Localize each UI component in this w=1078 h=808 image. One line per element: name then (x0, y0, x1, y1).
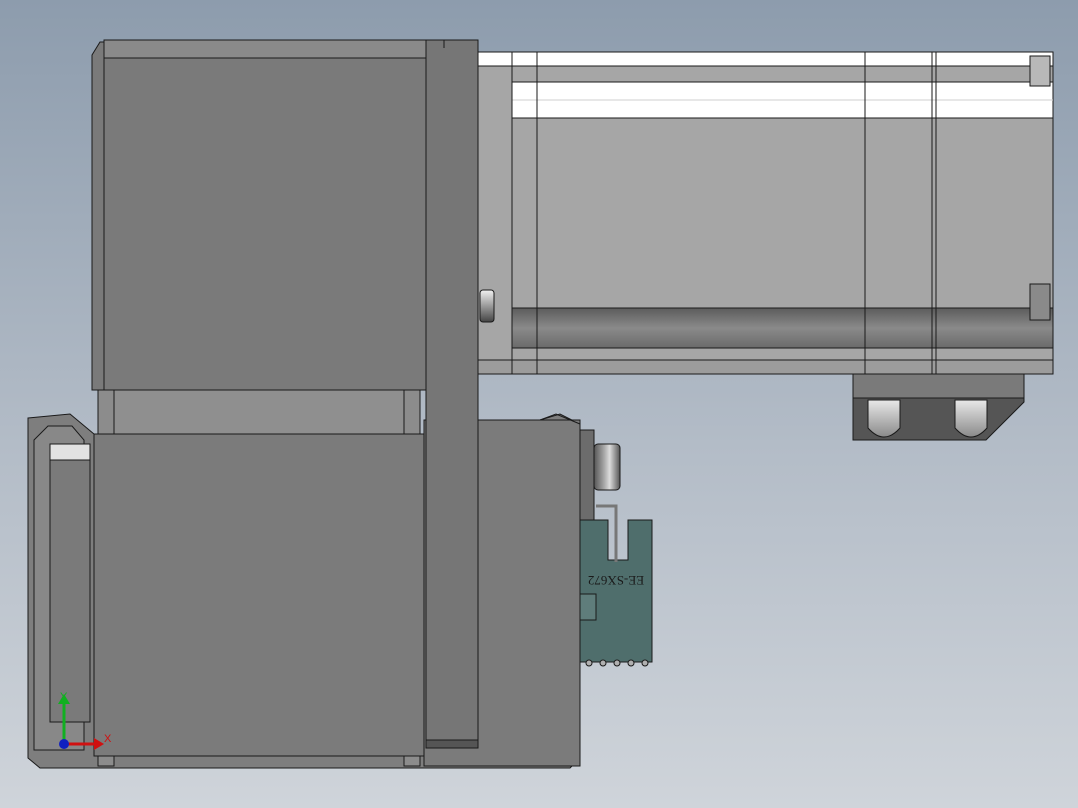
mounting-plate (425, 39, 479, 749)
motor-bracket (852, 373, 1025, 441)
cad-viewport[interactable]: EE-SX672 Y X (0, 0, 1078, 808)
motor-body (477, 51, 1054, 375)
origin-icon (59, 739, 69, 749)
y-axis-label: Y (60, 691, 68, 703)
column-posts (97, 389, 421, 435)
base-housing (27, 413, 581, 769)
upper-housing (91, 39, 427, 391)
x-axis-label: X (104, 733, 112, 745)
assembly-drawing: EE-SX672 Y X (27, 39, 1054, 769)
sensor-label: EE-SX672 (588, 573, 644, 588)
